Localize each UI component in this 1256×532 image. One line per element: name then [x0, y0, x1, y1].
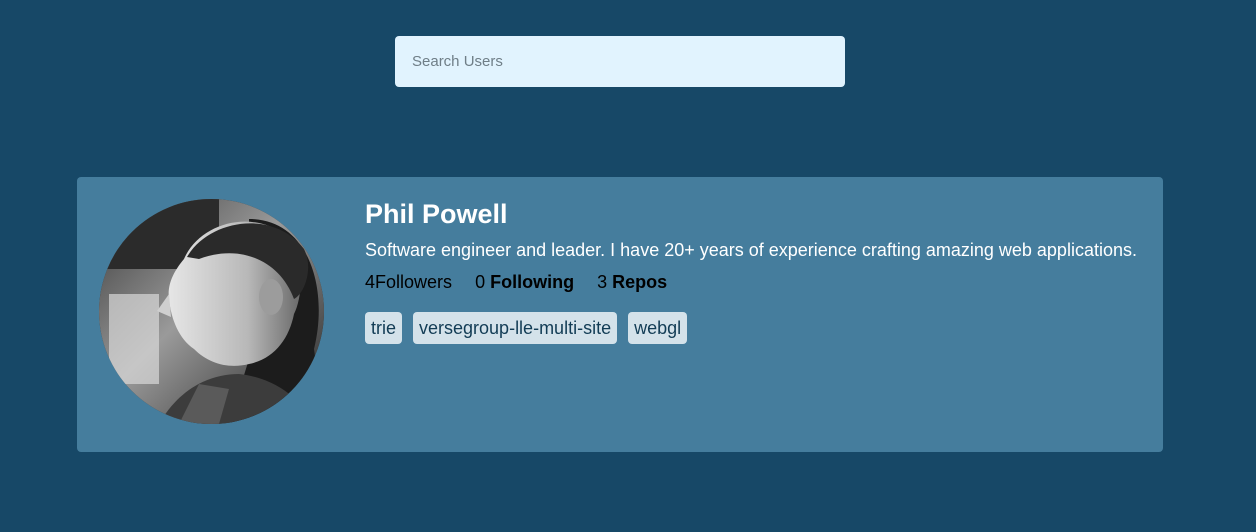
profile-info: Phil Powell Software engineer and leader…: [365, 197, 1143, 344]
repo-tags: trie versegroup-lle-multi-site webgl: [365, 312, 1143, 344]
repos-label: Repos: [612, 272, 668, 292]
avatar: [99, 199, 324, 424]
user-bio: Software engineer and leader. I have 20+…: [365, 240, 1137, 260]
repo-tag-trie[interactable]: trie: [365, 312, 403, 344]
following-stat: 0 Following: [475, 271, 574, 293]
repo-tag-versegroup-lle-multi-site[interactable]: versegroup-lle-multi-site: [413, 312, 618, 344]
user-stats: 4Followers 0 Following 3 Repos: [365, 271, 1143, 293]
following-count: 0: [475, 272, 486, 292]
user-name: Phil Powell: [365, 199, 508, 229]
followers-stat: 4Followers: [365, 271, 452, 293]
followers-label: Followers: [375, 272, 453, 292]
search-users-input[interactable]: [395, 36, 845, 87]
repos-count: 3: [597, 272, 608, 292]
user-profile-card: Phil Powell Software engineer and leader…: [77, 177, 1163, 452]
following-label: Following: [490, 272, 575, 292]
avatar-photo: [99, 199, 324, 424]
repos-stat: 3 Repos: [597, 271, 667, 293]
followers-count: 4: [365, 272, 376, 292]
repo-tag-webgl[interactable]: webgl: [628, 312, 688, 344]
